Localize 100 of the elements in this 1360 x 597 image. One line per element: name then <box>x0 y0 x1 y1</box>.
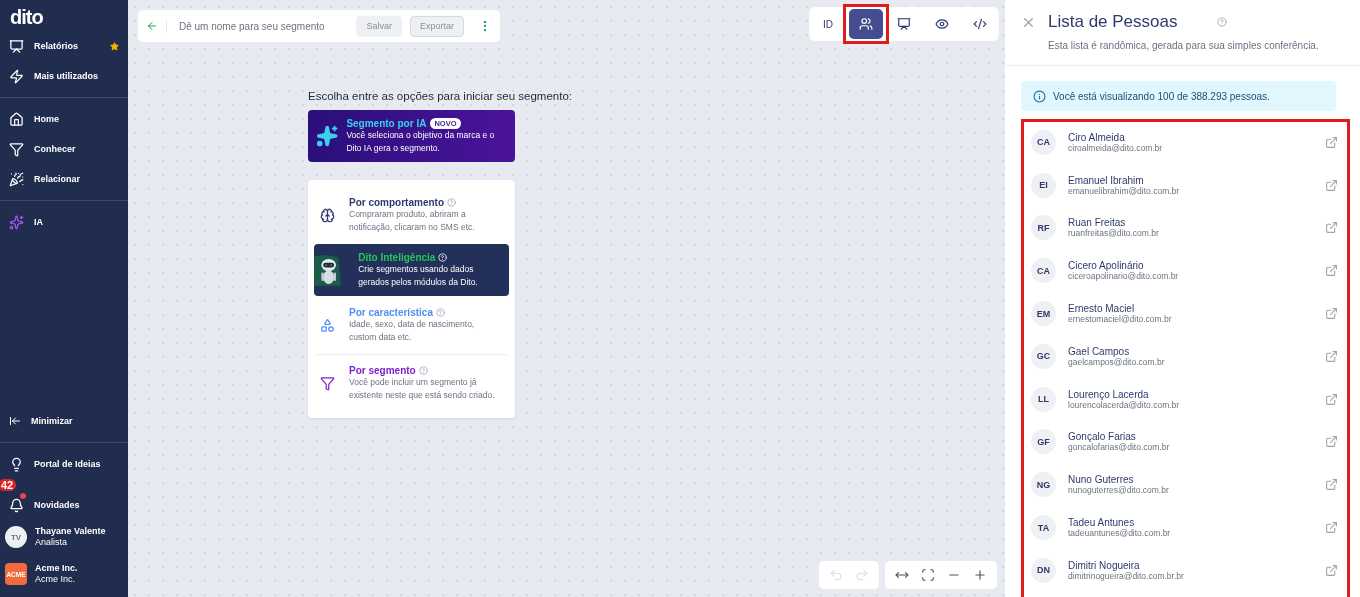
user-avatar: TV <box>5 526 27 548</box>
external-link-icon <box>1325 178 1338 192</box>
person-avatar: DN <box>1031 557 1056 583</box>
person-email: emanuelibrahim@dito.com.br <box>1068 185 1180 196</box>
open-link-button[interactable] <box>1325 563 1338 577</box>
person-name: Gonçalo Farias <box>1068 431 1136 443</box>
shapes-icon <box>320 317 335 333</box>
person-avatar: TA <box>1031 515 1056 541</box>
help-icon <box>447 197 456 207</box>
person-email: ruanfreitas@dito.com.br <box>1068 228 1159 239</box>
external-link-icon <box>1325 478 1338 492</box>
open-link-button[interactable] <box>1325 392 1338 406</box>
open-link-button[interactable] <box>1325 349 1338 363</box>
person-name: Cicero Apolinário <box>1068 260 1144 272</box>
external-link-icon <box>1325 521 1338 535</box>
segment-option[interactable]: Por característica Idade, sexo, data de nascimento, custom data etc. <box>314 296 509 354</box>
person-avatar: GF <box>1031 429 1056 455</box>
open-link-button[interactable] <box>1325 478 1338 492</box>
company-subtitle: Acme Inc. <box>35 574 76 585</box>
user-name: Thayane Valente <box>35 526 106 537</box>
code-icon <box>973 17 987 31</box>
open-link-button[interactable] <box>1325 135 1338 149</box>
sidebar-item[interactable]: 42 Novidades <box>0 479 128 519</box>
person-email: nunoguterres@dito.com.br <box>1068 485 1169 496</box>
user-item[interactable]: TV Thayane Valente Analista <box>0 519 128 555</box>
person-name: Dimitri Nogueira <box>1068 559 1141 571</box>
person-name: Nuno Guterres <box>1068 474 1135 486</box>
person-email: ernestomaciel@dito.com.br <box>1068 314 1172 325</box>
person-avatar: EM <box>1031 301 1056 327</box>
person-name: Lourenço Lacerda <box>1068 388 1150 400</box>
back-icon[interactable] <box>146 20 158 32</box>
person-avatar: GC <box>1031 343 1056 369</box>
person-name: Tadeu Antunes <box>1068 517 1136 529</box>
external-link-icon <box>1325 392 1338 406</box>
collapse-icon <box>9 415 21 427</box>
panel-subtitle: Esta lista é randômica, gerada para sua simples conferência. <box>1048 40 1319 51</box>
eye-icon <box>935 17 949 31</box>
option-title: Por comportamento <box>349 196 444 208</box>
people-icon <box>859 17 873 31</box>
banner-title: Segmento por IA <box>346 117 427 129</box>
open-link-button[interactable] <box>1325 307 1338 321</box>
sidebar-item[interactable]: Mais utilizados <box>0 61 128 91</box>
person-email: tadeuantunes@dito.com.br <box>1068 528 1171 539</box>
option-title: Dito Inteligência <box>358 251 436 263</box>
option-description: Idade, sexo, data de nascimento, custom data etc. <box>349 317 476 344</box>
sidebar-item[interactable]: IA <box>0 207 128 237</box>
open-link-button[interactable] <box>1325 264 1338 278</box>
segment-option[interactable]: Por segmento Você pode incluir um segmento já existente neste que está sendo criado. <box>314 354 509 412</box>
help-icon <box>418 366 428 375</box>
banner-text: Você seleciona o objetivo da marca e o Dito IA gera o segmento. <box>346 129 496 155</box>
person-email: goncalofarias@dito.com.br <box>1068 442 1170 453</box>
count-badge: 42 <box>0 479 17 491</box>
help-icon <box>435 307 445 317</box>
option-description: Compraram produto, abriram a notificação, clicaram no SMS etc. <box>349 208 476 234</box>
sidebar-item[interactable]: Home <box>0 104 128 134</box>
open-link-button[interactable] <box>1325 435 1338 449</box>
sidebar-item[interactable]: Relatórios <box>0 31 128 61</box>
notice-text: Você está visualizando 100 de 388.293 pessoas. <box>1053 90 1270 102</box>
person-email: dimitrinogueira@dito.com.br.br <box>1068 570 1184 581</box>
view-tab[interactable]: ID <box>811 9 845 39</box>
info-icon <box>1033 89 1046 103</box>
external-link-icon <box>1325 221 1338 235</box>
lightbulb-icon <box>9 456 24 472</box>
person-email: lourencolacerda@dito.com.br <box>1068 399 1180 410</box>
help-icon <box>1217 17 1228 27</box>
external-link-icon <box>1325 349 1338 363</box>
company-name: Acme Inc. <box>35 563 78 574</box>
funnel-icon <box>320 376 335 391</box>
sidebar-item[interactable]: Conhecer <box>0 134 128 164</box>
view-tab[interactable] <box>849 9 883 39</box>
external-link-icon <box>1325 563 1338 577</box>
logo: dito <box>9 5 44 30</box>
help-icon <box>438 252 448 262</box>
minimize-button[interactable]: Minimizar <box>0 406 128 436</box>
sidebar-item[interactable]: Relacionar <box>0 164 128 194</box>
open-link-button[interactable] <box>1325 178 1338 192</box>
option-description: Você pode incluir um segmento já existente neste que está sendo criado. <box>349 376 496 402</box>
external-link-icon <box>1325 264 1338 278</box>
segment-option[interactable]: Dito Inteligência Crie segmentos usando dados gerados pelos módulos da Dito. <box>314 244 509 296</box>
person-avatar: NG <box>1031 472 1056 498</box>
sidebar-item[interactable]: Portal de Ideias <box>0 449 128 479</box>
close-icon[interactable] <box>1021 15 1036 30</box>
segment-option[interactable]: Por comportamento Compraram produto, abriram a notificação, clicaram no SMS etc. <box>314 186 509 244</box>
person-avatar: RF <box>1031 215 1056 241</box>
person-avatar: LL <box>1031 386 1056 412</box>
person-email: ciceroapolinario@dito.com.br <box>1068 271 1179 282</box>
person-name: Emanuel Ibrahim <box>1068 174 1145 186</box>
external-link-icon <box>1325 135 1338 149</box>
panel-title: Lista de Pessoas <box>1048 12 1178 32</box>
option-title: Por característica <box>349 306 433 318</box>
option-title: Por segmento <box>349 365 416 376</box>
person-name: Ruan Freitas <box>1068 217 1127 229</box>
presentation-icon <box>897 17 911 31</box>
brain-icon <box>320 207 335 223</box>
person-avatar: CA <box>1031 129 1056 155</box>
option-description: Crie segmentos usando dados gerados pelos módulos da Dito. <box>358 263 479 289</box>
open-link-button[interactable] <box>1325 521 1338 535</box>
user-role: Analista <box>35 537 69 548</box>
open-link-button[interactable] <box>1325 221 1338 235</box>
person-avatar: CA <box>1031 258 1056 284</box>
